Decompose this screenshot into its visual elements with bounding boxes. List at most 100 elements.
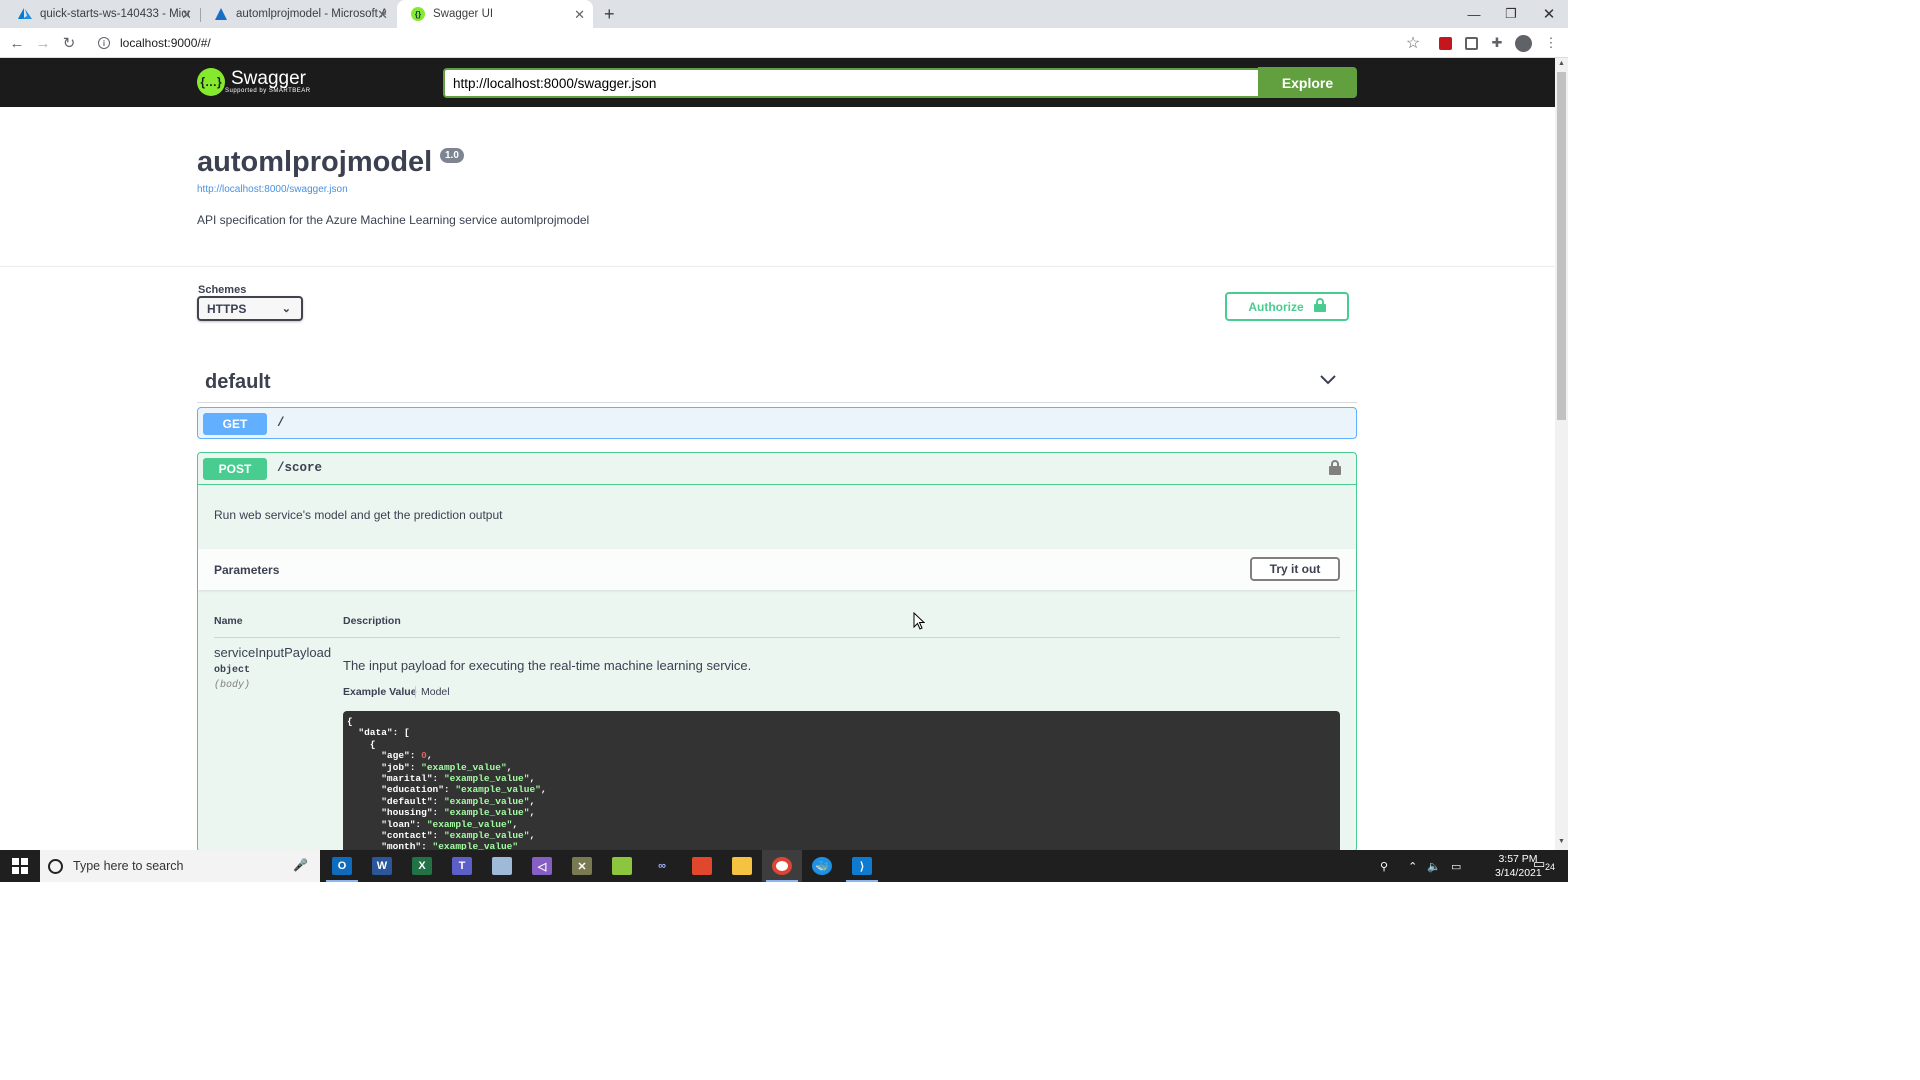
operation-description: Run web service's model and get the pred… xyxy=(214,508,503,522)
code-field-age: "age": 0, xyxy=(381,750,433,762)
operation-path[interactable]: /score xyxy=(277,461,322,475)
close-window-icon[interactable]: ✕ xyxy=(1530,0,1568,28)
microphone-icon[interactable]: 🎤 xyxy=(293,858,308,872)
menu-icon[interactable]: ⋮ xyxy=(1542,34,1560,52)
close-tab-icon[interactable]: ✕ xyxy=(181,7,192,23)
parameters-header xyxy=(198,549,1356,590)
code-line: "data": [ xyxy=(358,727,410,739)
browser-tab-azure-ml[interactable]: automlprojmodel - Microsoft Az ✕ xyxy=(200,0,396,28)
unlock-icon xyxy=(1313,298,1326,315)
acrobat-extension-icon[interactable] xyxy=(1436,34,1454,52)
cortana-icon xyxy=(48,858,63,874)
operation-path: / xyxy=(277,416,285,430)
extensions-icon[interactable]: ✚ xyxy=(1488,34,1506,52)
lock-icon[interactable] xyxy=(1328,459,1342,475)
save-extension-icon[interactable] xyxy=(1462,34,1480,52)
chevron-up-icon[interactable]: ⌃ xyxy=(1408,860,1417,873)
brave-icon[interactable] xyxy=(682,850,722,882)
minimize-icon[interactable]: — xyxy=(1455,0,1493,28)
visual-studio-icon[interactable]: ◁ xyxy=(522,850,562,882)
method-badge-post[interactable]: POST xyxy=(203,458,267,480)
swagger-logo[interactable]: {…} Swagger Supported by SMARTBEAR xyxy=(197,66,311,98)
parameter-name: serviceInputPayload xyxy=(214,645,332,660)
browser-tab-swagger[interactable]: {} Swagger UI ✕ xyxy=(397,0,593,28)
people-icon[interactable]: ⚲ xyxy=(1380,860,1388,873)
forward-icon[interactable]: → xyxy=(32,32,54,54)
schemes-select[interactable]: HTTPS ⌄ xyxy=(197,296,303,321)
chrome-icon[interactable] xyxy=(762,850,802,882)
code-field-housing: "housing": "example_value", xyxy=(381,807,536,819)
operation-get-root[interactable]: GET / xyxy=(197,407,1357,439)
back-icon[interactable]: ← xyxy=(6,32,28,54)
code-line: { xyxy=(369,738,376,750)
chevron-down-icon[interactable] xyxy=(1318,372,1338,388)
parameter-in: (body) xyxy=(214,680,251,691)
tab-example-value[interactable]: Example Value xyxy=(343,686,417,698)
tab-model[interactable]: Model xyxy=(421,686,450,698)
logo-subtitle: Supported by SMARTBEAR xyxy=(225,88,311,94)
api-description: API specification for the Azure Machine … xyxy=(197,213,590,227)
azure-ml-icon xyxy=(214,7,228,21)
url-field[interactable]: i localhost:9000/#/ xyxy=(92,32,1422,54)
operation-header-divider xyxy=(198,484,1356,485)
excel-icon[interactable]: X xyxy=(402,850,442,882)
docker-icon[interactable]: 🐳 xyxy=(802,850,842,882)
browser-tab-bar: quick-starts-ws-140433 - Micros ✕ automl… xyxy=(0,0,1568,28)
notepad-icon[interactable] xyxy=(482,850,522,882)
api-title: automlprojmodel xyxy=(197,146,433,178)
vscode-icon[interactable]: ⟩ xyxy=(842,850,882,882)
code-field-marital: "marital": "example_value", xyxy=(381,773,536,785)
new-tab-button[interactable]: + xyxy=(604,4,615,25)
tag-divider xyxy=(197,402,1357,403)
bookmark-star-icon[interactable]: ☆ xyxy=(1404,34,1422,52)
restore-icon[interactable]: ❐ xyxy=(1492,0,1530,28)
svg-text:{}: {} xyxy=(415,10,421,19)
word-icon[interactable]: W xyxy=(362,850,402,882)
close-tab-icon[interactable]: ✕ xyxy=(377,7,388,23)
column-divider xyxy=(214,637,1340,638)
method-badge-get: GET xyxy=(203,413,267,435)
outlook-icon[interactable]: O xyxy=(322,850,362,882)
profile-icon[interactable] xyxy=(1514,34,1532,52)
close-tab-icon[interactable]: ✕ xyxy=(574,7,585,23)
code-field-default: "default": "example_value", xyxy=(381,795,536,807)
notification-center-icon[interactable]: ▭ 24 xyxy=(1533,856,1555,876)
battery-icon[interactable]: ▭ xyxy=(1451,860,1461,873)
spec-url-input[interactable] xyxy=(443,68,1258,98)
swagger-icon: {} xyxy=(411,7,425,21)
parameters-title: Parameters xyxy=(214,563,280,577)
code-field-job: "job": "example_value", xyxy=(381,761,513,773)
scroll-up-icon[interactable]: ▲ xyxy=(1557,60,1566,70)
notepadpp-icon[interactable] xyxy=(602,850,642,882)
try-it-out-button[interactable]: Try it out xyxy=(1250,557,1340,581)
taskbar-search[interactable]: Type here to search 🎤 xyxy=(40,850,320,882)
scroll-thumb[interactable] xyxy=(1557,72,1566,420)
link-icon[interactable]: ∞ xyxy=(642,850,682,882)
spec-link[interactable]: http://localhost:8000/swagger.json xyxy=(197,184,348,195)
reload-icon[interactable]: ↻ xyxy=(58,32,80,54)
volume-icon[interactable]: 🔈 xyxy=(1427,860,1441,873)
start-button[interactable] xyxy=(0,850,40,882)
version-badge: 1.0 xyxy=(440,148,464,163)
code-field-education: "education": "example_value", xyxy=(381,784,547,796)
code-field-loan: "loan": "example_value", xyxy=(381,818,519,830)
site-info-icon[interactable]: i xyxy=(98,37,110,49)
authorize-button[interactable]: Authorize xyxy=(1225,292,1349,321)
file-explorer-icon[interactable] xyxy=(722,850,762,882)
swagger-topbar: {…} Swagger Supported by SMARTBEAR Explo… xyxy=(0,58,1555,107)
tag-title[interactable]: default xyxy=(205,371,271,394)
tab-divider xyxy=(415,686,416,698)
parameter-type: object xyxy=(214,665,251,676)
azure-icon xyxy=(18,7,32,21)
scroll-down-icon[interactable]: ▼ xyxy=(1557,838,1566,848)
explore-button[interactable]: Explore xyxy=(1258,67,1357,98)
code-line: { xyxy=(347,716,353,727)
system-tray: ⚲ ⌃ 🔈 ▭ xyxy=(1380,850,1461,882)
column-header-description: Description xyxy=(343,615,401,627)
browser-tab-workspace[interactable]: quick-starts-ws-140433 - Micros ✕ xyxy=(4,0,200,28)
teams-icon[interactable]: T xyxy=(442,850,482,882)
example-value-code[interactable]: { "data": [ { "age": 0, "job": "example_… xyxy=(343,711,1340,861)
schemes-label: Schemes xyxy=(198,284,247,296)
code-field-contact: "contact": "example_value", xyxy=(381,830,536,842)
tools-icon[interactable]: ✕ xyxy=(562,850,602,882)
